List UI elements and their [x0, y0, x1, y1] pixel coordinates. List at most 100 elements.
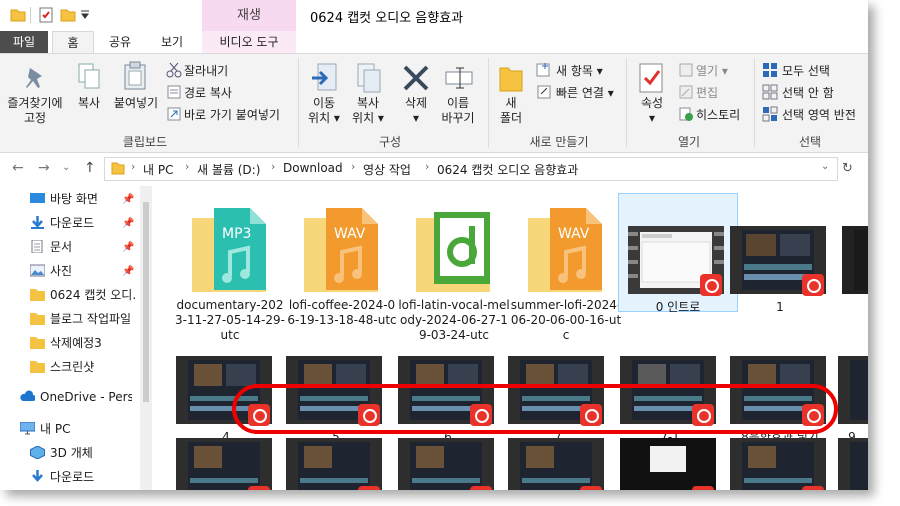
media-player-badge-icon: [580, 486, 602, 490]
breadcrumb-separator-icon[interactable]: ›: [185, 160, 189, 173]
select-none-button[interactable]: 선택 안 함: [782, 84, 834, 101]
history-icon: [679, 107, 693, 121]
new-item-icon: [536, 63, 550, 77]
file-tile-video-selected[interactable]: 0 인트로: [618, 193, 738, 316]
refresh-icon[interactable]: ↻: [842, 161, 853, 176]
address-history-chevron-icon[interactable]: ⌄: [821, 161, 829, 172]
customize-quick-access-icon[interactable]: [80, 10, 90, 20]
properties-check-icon[interactable]: [38, 7, 54, 23]
copy-button[interactable]: 복사: [72, 96, 106, 111]
file-tile-audition[interactable]: lofi-latin-vocal-melody-2024-06-27-19-03…: [398, 194, 510, 344]
navigation-pane: 바탕 화면 📌 다운로드 📌 문서 📌 사진 📌 0624 캡컷 오디. 블로그…: [0, 186, 150, 490]
history-button[interactable]: 히스토리: [696, 106, 740, 123]
new-folder-large-icon: [499, 67, 523, 92]
video-thumbnail: [620, 438, 716, 490]
forward-arrow-icon[interactable]: →: [38, 160, 50, 176]
copy-to-button[interactable]: 복사 위치 ▾: [346, 96, 390, 126]
breadcrumb-separator-icon[interactable]: ›: [425, 160, 429, 173]
file-tile-wav[interactable]: WAV lofi-coffee-2024-06-19-13-18-48-utc: [287, 194, 397, 344]
paste-icon: [124, 61, 146, 90]
pinned-icon: 📌: [122, 194, 135, 205]
svg-text:MP3: MP3: [222, 226, 251, 242]
nav-item-downloads-pc[interactable]: 다운로드: [30, 466, 142, 488]
svg-text:WAV: WAV: [558, 226, 590, 242]
video-thumbnail: [286, 438, 382, 490]
document-icon: [31, 240, 43, 253]
tab-share[interactable]: 공유: [100, 31, 140, 53]
easy-access-icon: [537, 85, 551, 99]
breadcrumb-separator-icon[interactable]: ›: [351, 160, 355, 173]
cut-button[interactable]: 잘라내기: [184, 62, 228, 79]
copy-path-button[interactable]: 경로 복사: [184, 84, 232, 101]
paste-button[interactable]: 붙여넣기: [110, 96, 162, 111]
nav-item-screenshots[interactable]: 스크린샷: [30, 356, 142, 378]
recent-locations-chevron-icon[interactable]: ⌄: [62, 162, 70, 173]
nav-item-3d-objects[interactable]: 3D 개체: [30, 442, 142, 464]
paste-shortcut-button[interactable]: 바로 가기 붙여넣기: [184, 106, 280, 123]
copy-to-icon: [357, 63, 381, 93]
pin-icon: [26, 68, 42, 88]
easy-access-button[interactable]: 빠른 연결 ▾: [556, 84, 614, 101]
nav-item-blog-files[interactable]: 블로그 작업파일: [30, 308, 142, 330]
scrollbar-thumb[interactable]: [143, 202, 149, 402]
window-title: 0624 캡컷 오디오 음향효과: [310, 11, 464, 26]
delete-button[interactable]: 삭제 ▾: [398, 96, 434, 126]
breadcrumb-drive-d[interactable]: 새 볼륨 (D:): [197, 161, 260, 178]
move-to-button[interactable]: 이동 위치 ▾: [304, 96, 344, 126]
folder-icon: [30, 337, 45, 349]
tab-view[interactable]: 보기: [152, 31, 192, 53]
nav-item-this-pc[interactable]: 내 PC: [20, 418, 132, 440]
file-tile-video[interactable]: 1: [730, 196, 830, 316]
breadcrumb-this-pc[interactable]: 내 PC: [143, 161, 173, 178]
media-player-badge-icon: [358, 486, 380, 490]
select-none-icon: [762, 84, 778, 100]
media-player-badge-icon: [802, 486, 824, 490]
media-player-badge-icon: [470, 486, 492, 490]
file-name-label: lofi-coffee-2024-06-19-13-18-48-utc: [287, 298, 397, 327]
file-tile-mp3[interactable]: MP3 documentary-2023-11-27-05-14-29-utc: [175, 194, 285, 344]
folder-icon: [30, 361, 45, 373]
invert-selection-button[interactable]: 선택 영역 반전: [782, 106, 856, 123]
back-arrow-icon[interactable]: ←: [12, 160, 24, 176]
wav-file-icon: WAV: [528, 208, 602, 292]
address-bar[interactable]: › 내 PC › 새 볼륨 (D:) › Download › 영상 작업 › …: [104, 157, 838, 181]
download-arrow-icon: [32, 470, 43, 482]
nav-item-delete-pending[interactable]: 삭제예정3: [30, 332, 142, 354]
select-all-icon: [763, 63, 777, 77]
paste-shortcut-icon: [167, 107, 181, 121]
open-button[interactable]: 열기 ▾: [696, 62, 728, 79]
breadcrumb-download[interactable]: Download: [283, 161, 343, 175]
address-row: ← → ⌄ ↑ › 내 PC › 새 볼륨 (D:) › Download › …: [0, 155, 868, 183]
file-tile-video-partial[interactable]: [842, 196, 868, 316]
navigation-scrollbar[interactable]: [140, 186, 152, 490]
new-folder-button[interactable]: 새 폴더: [494, 96, 528, 126]
nav-item-capcut-folder[interactable]: 0624 캡컷 오디.: [30, 284, 142, 306]
ribbon-separator: [298, 58, 299, 148]
new-item-button[interactable]: 새 항목 ▾: [556, 62, 603, 79]
folder-icon[interactable]: [10, 7, 26, 23]
tab-video-tools[interactable]: 비디오 도구: [202, 31, 296, 53]
pinned-icon: 📌: [122, 242, 135, 253]
playing-context-tab[interactable]: 재생: [202, 0, 296, 31]
breadcrumb-separator-icon[interactable]: ›: [271, 160, 275, 173]
file-tile-wav[interactable]: WAV summer-lofi-2024-06-20-06-00-16-utc: [511, 194, 621, 344]
move-to-icon: [312, 63, 337, 91]
tab-file[interactable]: 파일: [0, 31, 48, 53]
video-thumbnail: [176, 438, 272, 490]
folder-icon: [111, 162, 125, 175]
rename-button[interactable]: 이름 바꾸기: [438, 96, 478, 126]
up-arrow-icon[interactable]: ↑: [84, 160, 96, 176]
ribbon-separator: [626, 58, 627, 148]
tab-home[interactable]: 홈: [52, 31, 94, 54]
file-name-label: 1: [776, 300, 784, 314]
new-folder-icon[interactable]: [60, 7, 76, 23]
edit-button[interactable]: 편집: [696, 84, 718, 101]
breadcrumb-current-folder[interactable]: 0624 캡컷 오디오 음향효과: [437, 161, 578, 178]
file-tile-video[interactable]: [838, 408, 868, 490]
properties-button[interactable]: 속성 ▾: [634, 96, 670, 126]
breadcrumb-separator-icon[interactable]: ›: [131, 160, 135, 173]
select-all-button[interactable]: 모두 선택: [782, 62, 830, 79]
breadcrumb-video-work[interactable]: 영상 작업: [363, 161, 411, 178]
nav-item-onedrive[interactable]: OneDrive - Person: [20, 386, 132, 408]
pin-to-quick-access-button[interactable]: 즐겨찾기에 고정: [2, 96, 68, 126]
